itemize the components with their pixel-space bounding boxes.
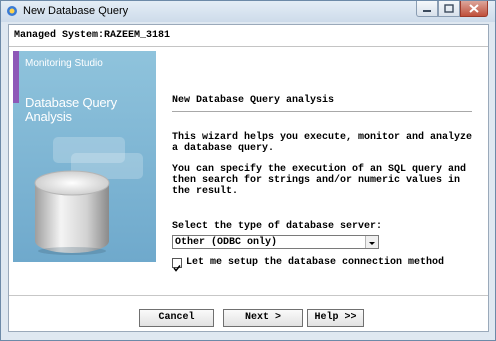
managed-system-label: Managed System:RAZEEM_3181 (14, 30, 171, 41)
minimize-button[interactable] (416, 1, 438, 17)
app-icon (7, 6, 17, 16)
server-type-value: Other (ODBC only) (175, 237, 278, 248)
section-title: New Database Query analysis (172, 95, 335, 106)
detail-line: You can specify the execution of an SQL … (172, 164, 467, 175)
dialog-content: Managed System:RAZEEM_3181 Monitoring St… (8, 24, 489, 332)
next-button[interactable]: Next > (223, 309, 303, 327)
wizard-banner: Monitoring Studio Database Query Analysi… (13, 51, 156, 262)
window-title: New Database Query (23, 5, 129, 17)
server-type-label: Select the type of database server: (172, 221, 383, 232)
detail-text: You can specify the execution of an SQL … (172, 164, 477, 197)
section-divider (172, 111, 472, 112)
intro-line: This wizard helps you execute, monitor a… (172, 132, 473, 143)
maximize-icon (444, 4, 454, 13)
header-strip: Managed System:RAZEEM_3181 (9, 25, 488, 47)
intro-text: This wizard helps you execute, monitor a… (172, 132, 477, 154)
setup-connection-checkbox[interactable] (172, 258, 182, 272)
dialog-window: New Database Query Managed System:RAZEEM… (0, 0, 496, 341)
chevron-down-icon (369, 242, 375, 245)
setup-connection-label[interactable]: Let me setup the database connection met… (186, 257, 444, 268)
banner-title: Database Query Analysis (25, 96, 117, 124)
banner-title-line2: Analysis (25, 109, 72, 124)
maximize-button[interactable] (438, 1, 460, 17)
detail-line: the result. (172, 186, 239, 197)
detail-line: then search for strings and/or numeric v… (172, 175, 461, 186)
close-icon (469, 4, 479, 13)
wizard-body: Monitoring Studio Database Query Analysi… (9, 47, 488, 295)
help-button[interactable]: Help >> (307, 309, 364, 327)
minimize-icon (423, 10, 431, 12)
banner-title-line1: Database Query (25, 95, 117, 110)
banner-accent-bar (13, 51, 19, 103)
title-bar[interactable]: New Database Query (1, 1, 495, 22)
dropdown-arrow-button[interactable] (365, 236, 378, 248)
cancel-button[interactable]: Cancel (139, 309, 214, 327)
server-type-select[interactable]: Other (ODBC only) (172, 235, 379, 249)
close-button[interactable] (460, 1, 488, 17)
intro-line: a database query. (172, 143, 275, 154)
checkmark-icon (173, 265, 181, 272)
footer-separator (9, 295, 488, 296)
database-cylinder-icon (34, 170, 110, 255)
banner-brand: Monitoring Studio (25, 58, 103, 69)
